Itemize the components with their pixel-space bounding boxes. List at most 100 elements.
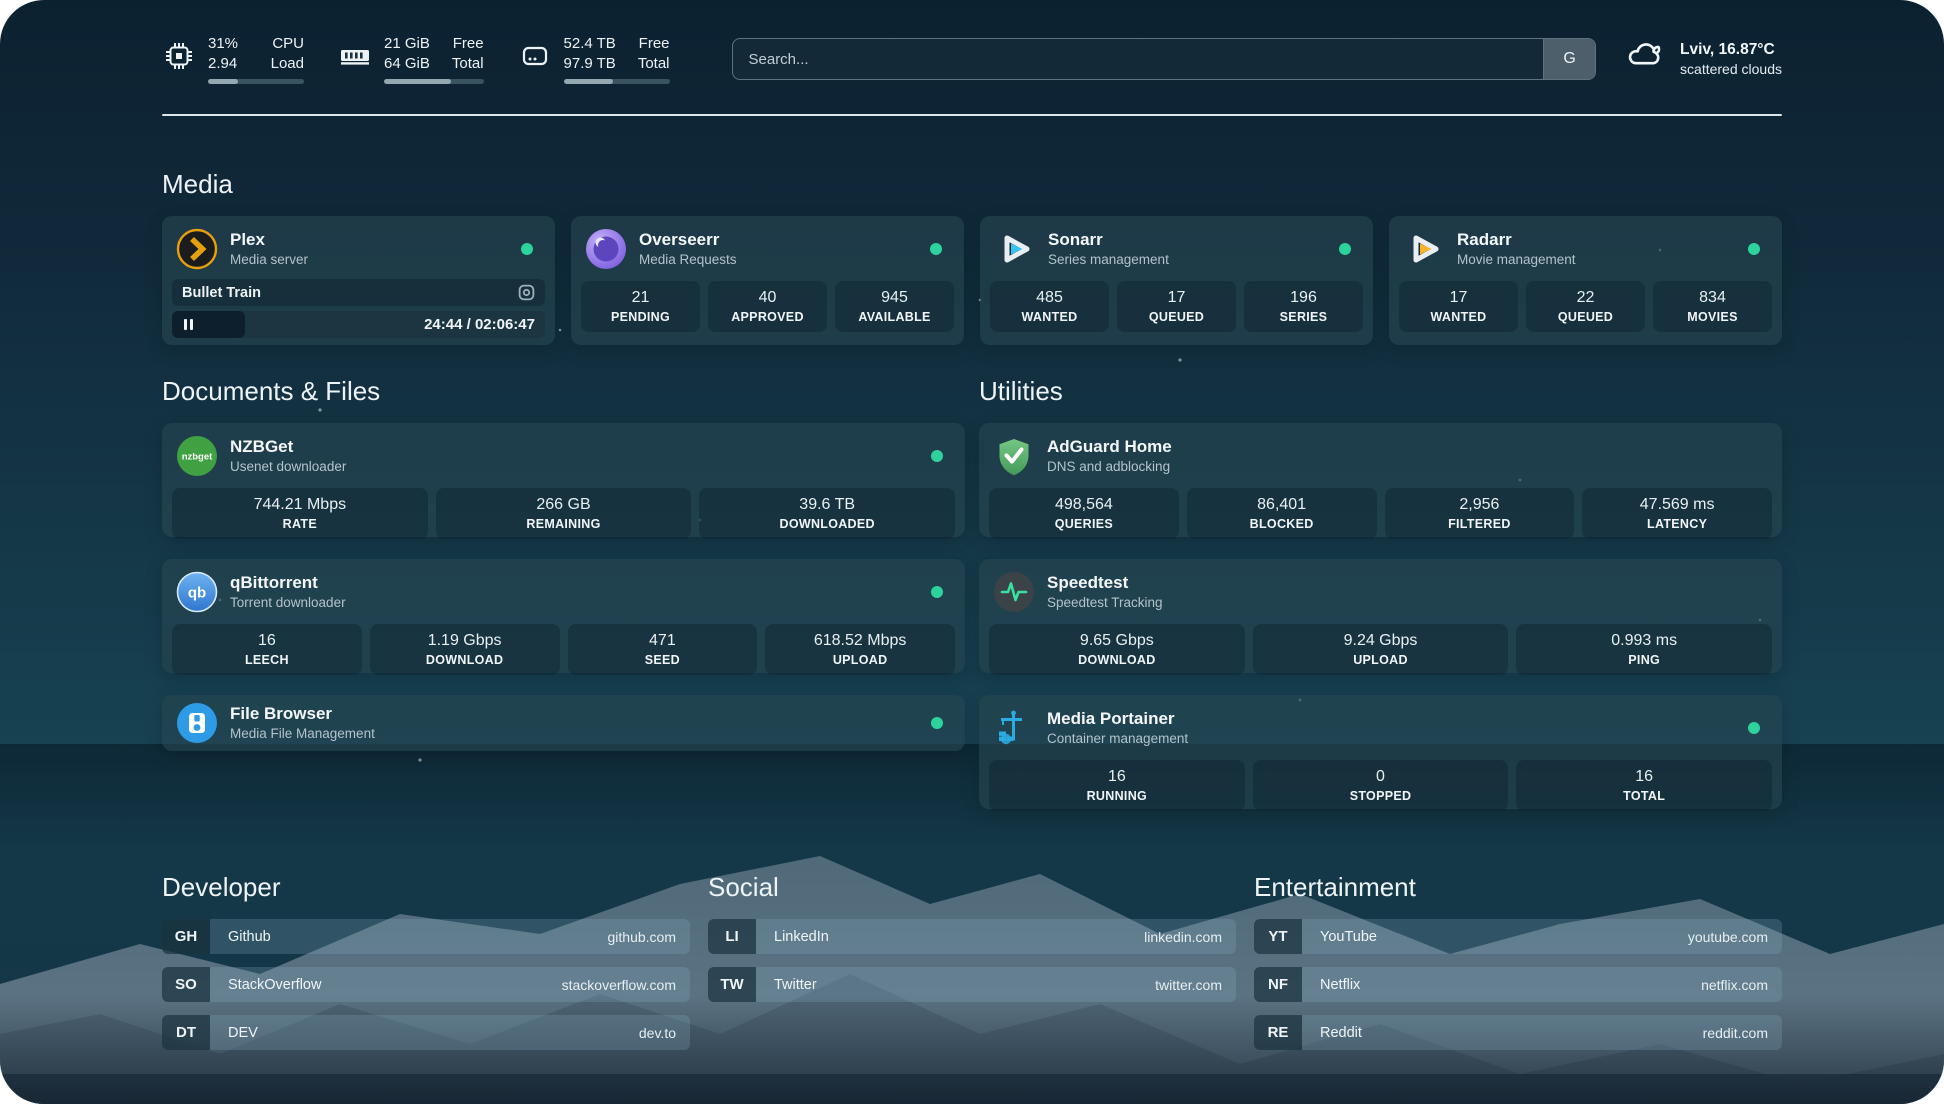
service-card-adguard[interactable]: AdGuard Home DNS and adblocking 498,564 … [979, 423, 1782, 537]
bookmark-dev[interactable]: DT DEV dev.to [162, 1015, 690, 1050]
bookmark-abbr: TW [708, 967, 756, 1002]
service-card-nzbget[interactable]: nzbget NZBGet Usenet downloader 74 [162, 423, 965, 537]
stat-value: 0 [1257, 767, 1505, 787]
service-name: NZBGet [230, 437, 346, 457]
stat-label: MOVIES [1657, 310, 1768, 324]
svg-text:nzbget: nzbget [182, 452, 213, 463]
service-card-speedtest[interactable]: Speedtest Speedtest Tracking 9.65 Gbps D… [979, 559, 1782, 673]
stat-value: 47.569 ms [1586, 495, 1768, 515]
stat-value: 945 [839, 288, 950, 308]
speedtest-icon [993, 571, 1035, 613]
stat-tile: 9.24 Gbps UPLOAD [1253, 624, 1509, 675]
stat-tile: 0 STOPPED [1253, 760, 1509, 811]
section-title-social: Social [708, 871, 1236, 903]
stat-label: AVAILABLE [839, 310, 950, 324]
stat-value: 16 [176, 631, 358, 651]
stat-tile: 16 LEECH [172, 624, 362, 675]
stat-value: 39.6 TB [703, 495, 951, 515]
stat-label: STOPPED [1257, 789, 1505, 803]
utilities-column: Utilities [979, 375, 1782, 809]
bookmark-url: dev.to [639, 1015, 690, 1050]
service-card-plex[interactable]: Plex Media server Bullet Train [162, 216, 555, 345]
stat-tile: 47.569 ms LATENCY [1582, 488, 1772, 539]
bookmark-url: netflix.com [1701, 967, 1782, 1002]
adguard-icon [993, 435, 1035, 477]
svg-text:qb: qb [188, 585, 206, 602]
stat-tile: 40 APPROVED [708, 281, 827, 332]
weather-condition: scattered clouds [1680, 61, 1782, 77]
stat-tile: 39.6 TB DOWNLOADED [699, 488, 955, 539]
bookmark-url: github.com [608, 919, 690, 954]
stat-value: 196 [1248, 288, 1359, 308]
pause-icon [184, 319, 193, 330]
stat-value: 21 [585, 288, 696, 308]
portainer-icon [993, 707, 1035, 749]
bookmark-netflix[interactable]: NF Netflix netflix.com [1254, 967, 1782, 1002]
stat-label: UPLOAD [1257, 653, 1505, 667]
stat-label: PING [1520, 653, 1768, 667]
search-engine-button[interactable]: G [1543, 39, 1595, 79]
stat-tile: 16 RUNNING [989, 760, 1245, 811]
radarr-icon [1403, 228, 1445, 270]
bookmark-github[interactable]: GH Github github.com [162, 919, 690, 954]
documents-column: Documents & Files nzbget [162, 375, 965, 809]
bookmark-twitter[interactable]: TW Twitter twitter.com [708, 967, 1236, 1002]
stat-value: 22 [1530, 288, 1641, 308]
service-card-filebrowser[interactable]: File Browser Media File Management [162, 695, 965, 751]
stat-tile: 22 QUEUED [1526, 281, 1645, 332]
status-dot [931, 717, 943, 729]
bookmark-abbr: LI [708, 919, 756, 954]
stat-tile: 498,564 QUERIES [989, 488, 1179, 539]
search-input[interactable] [733, 39, 1544, 79]
bookmark-url: youtube.com [1688, 919, 1782, 954]
stat-tile: 0.993 ms PING [1516, 624, 1772, 675]
section-title-documents: Documents & Files [162, 375, 965, 407]
stat-label: QUERIES [993, 517, 1175, 531]
service-subtitle: Usenet downloader [230, 459, 346, 475]
memory-icon [338, 34, 372, 78]
stat-label: TOTAL [1520, 789, 1768, 803]
playback-progress-fill [172, 311, 245, 338]
now-playing-session-icon [518, 284, 535, 301]
stat-label: REMAINING [440, 517, 688, 531]
bookmark-name: StackOverflow [212, 967, 321, 1002]
service-subtitle: Media Requests [639, 252, 737, 268]
search-bar: G [732, 38, 1597, 80]
weather-location-temp: Lviv, 16.87°C [1680, 41, 1782, 59]
service-subtitle: DNS and adblocking [1047, 459, 1172, 475]
section-title-developer: Developer [162, 871, 690, 903]
stat-value: 618.52 Mbps [769, 631, 951, 651]
stat-label: SERIES [1248, 310, 1359, 324]
stat-tile: 266 GB REMAINING [436, 488, 692, 539]
service-subtitle: Speedtest Tracking [1047, 595, 1163, 611]
service-subtitle: Series management [1048, 252, 1169, 268]
service-name: qBittorrent [230, 573, 346, 593]
bookmark-linkedin[interactable]: LI LinkedIn linkedin.com [708, 919, 1236, 954]
playback-progress-row: 24:44 / 02:06:47 [172, 311, 545, 338]
service-subtitle: Media server [230, 252, 308, 268]
stat-value: 17 [1403, 288, 1514, 308]
bookmark-stackoverflow[interactable]: SO StackOverflow stackoverflow.com [162, 967, 690, 1002]
memory-values: 21 GiB64 GiB [384, 34, 430, 74]
stat-value: 266 GB [440, 495, 688, 515]
service-card-radarr[interactable]: Radarr Movie management 17 WANTED 22 QUE… [1389, 216, 1782, 345]
bookmark-reddit[interactable]: RE Reddit reddit.com [1254, 1015, 1782, 1050]
service-card-overseerr[interactable]: Overseerr Media Requests 21 PENDING 40 A… [571, 216, 964, 345]
stat-label: WANTED [1403, 310, 1514, 324]
media-card-row: Plex Media server Bullet Train [162, 216, 1782, 345]
weather-widget[interactable]: Lviv, 16.87°C scattered clouds [1624, 39, 1782, 80]
service-card-qbittorrent[interactable]: qb qBittorrent Torrent downloader [162, 559, 965, 673]
stat-value: 1.19 Gbps [374, 631, 556, 651]
stat-tile: 744.21 Mbps RATE [172, 488, 428, 539]
service-card-portainer[interactable]: Media Portainer Container management 16 … [979, 695, 1782, 809]
bookmark-abbr: SO [162, 967, 210, 1002]
bookmark-url: reddit.com [1703, 1015, 1782, 1050]
bookmark-youtube[interactable]: YT YouTube youtube.com [1254, 919, 1782, 954]
stat-label: RATE [176, 517, 424, 531]
qbittorrent-icon: qb [176, 571, 218, 613]
stat-tile: 196 SERIES [1244, 281, 1363, 332]
status-dot [521, 243, 533, 255]
disk-progress-bar [564, 79, 670, 84]
cpu-progress-bar [208, 79, 304, 84]
service-card-sonarr[interactable]: Sonarr Series management 485 WANTED 17 Q… [980, 216, 1373, 345]
